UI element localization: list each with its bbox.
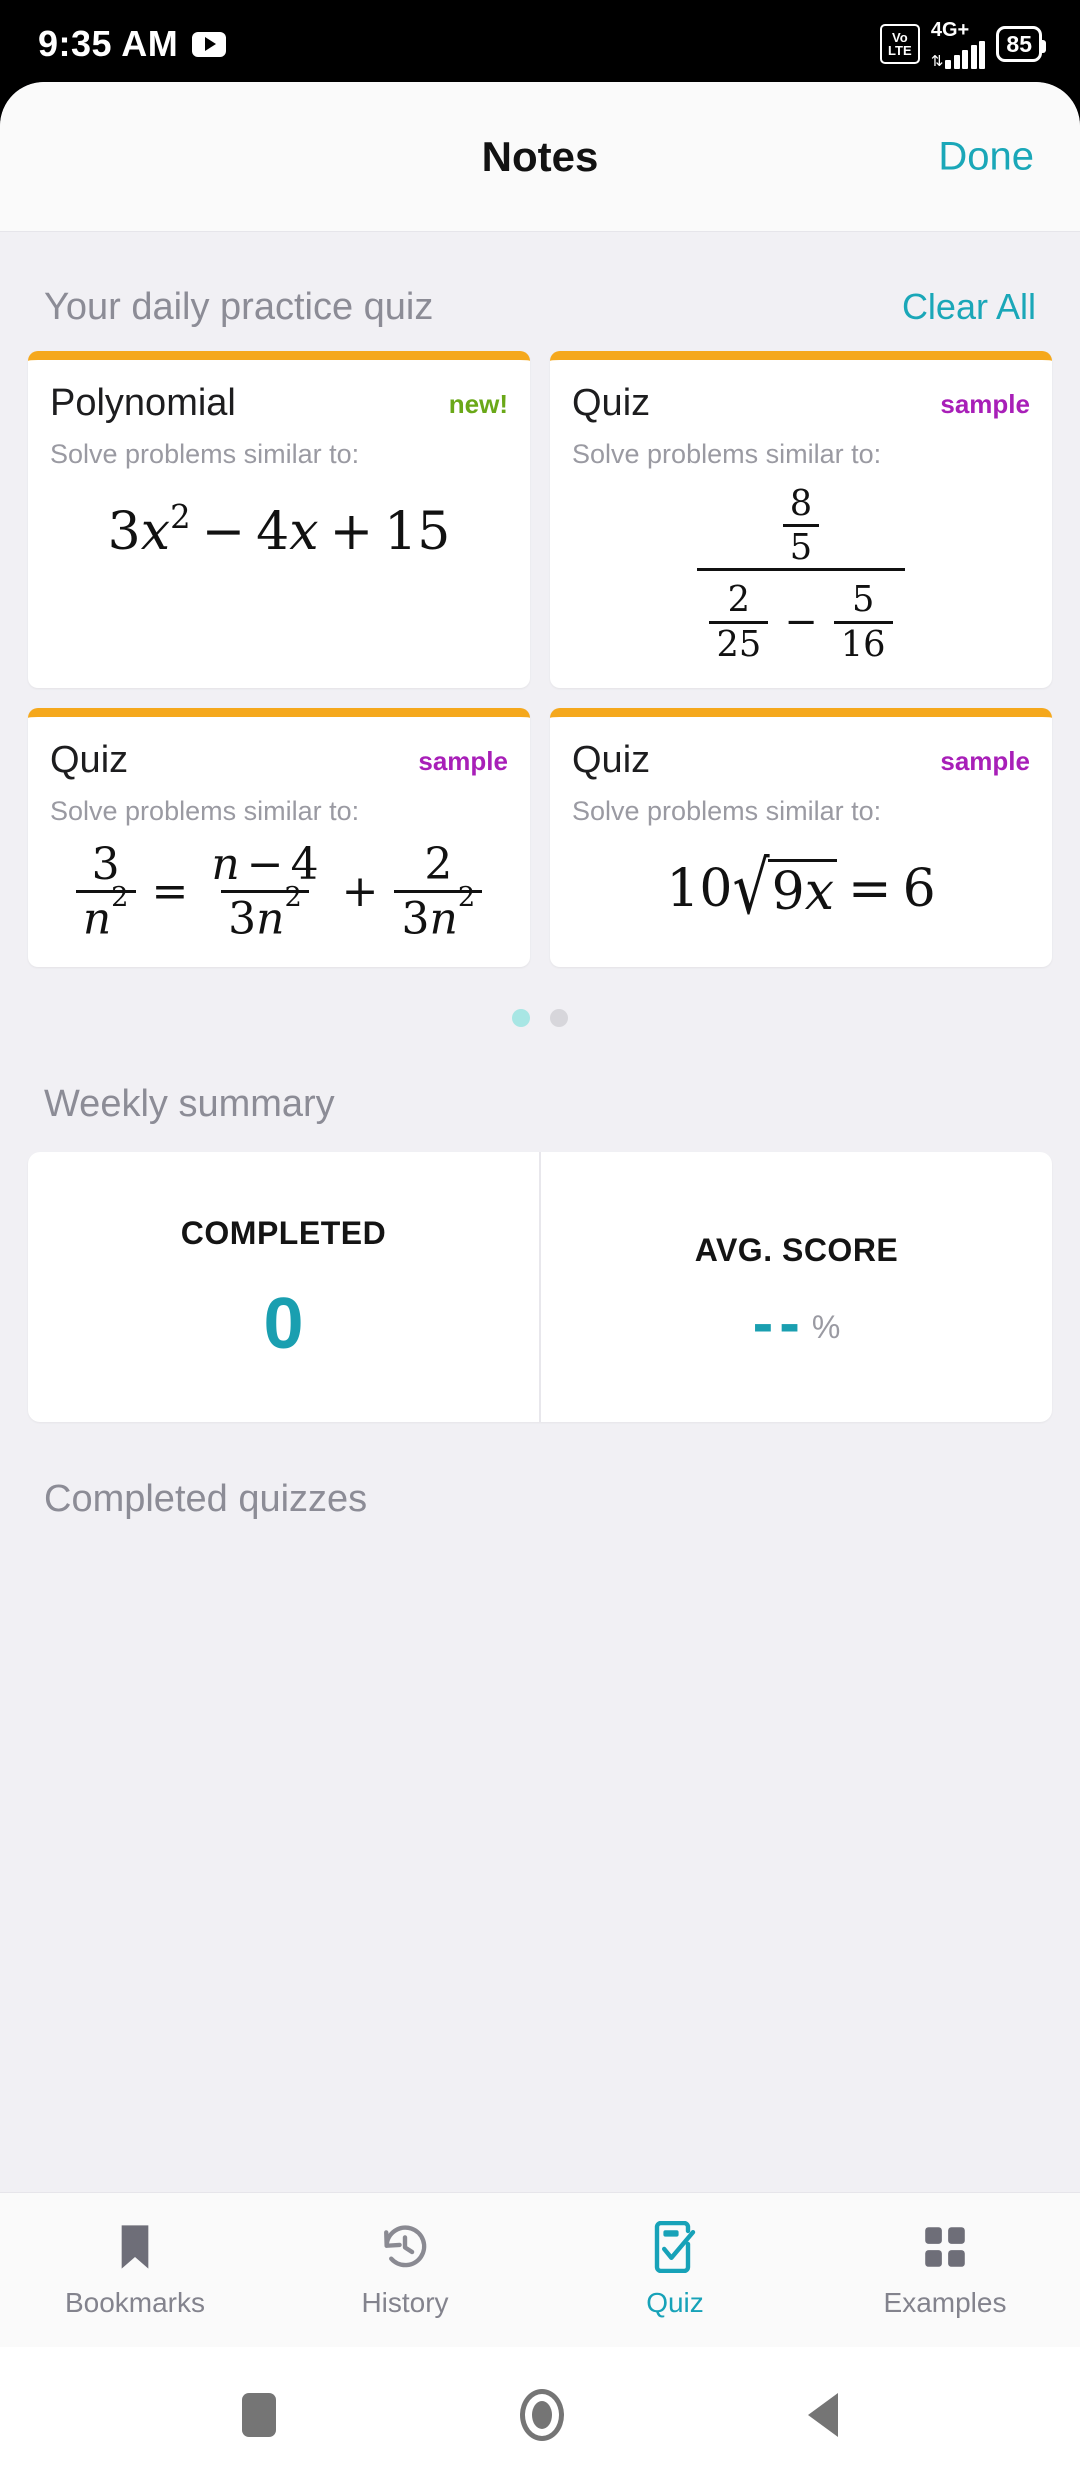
quiz-card-header: Quiz sample <box>572 739 1030 782</box>
app-header: Notes Done <box>0 82 1080 232</box>
stat-suffix: % <box>811 1309 841 1346</box>
circle-home-icon[interactable] <box>520 2388 564 2441</box>
stat-label: AVG. SCORE <box>694 1231 899 1268</box>
done-button[interactable]: Done <box>938 134 1034 179</box>
nav-item-bookmarks[interactable]: Bookmarks <box>0 2221 270 2319</box>
network-type-label: 4G+ <box>930 18 970 41</box>
weekly-summary-card: COMPLETED 0 AVG. SCORE -- % <box>28 1152 1052 1423</box>
quiz-card-badge: sample <box>940 745 1030 776</box>
battery-percent-label: 85 <box>1006 30 1032 57</box>
android-system-nav <box>0 2347 1080 2482</box>
data-transfer-icon: ⇅ <box>930 52 944 70</box>
daily-quiz-section-header: Your daily practice quiz Clear All <box>0 232 1080 351</box>
quiz-card-subtitle: Solve problems similar to: <box>50 795 360 826</box>
volte-icon: Vo LTE <box>879 24 920 64</box>
quiz-card-expression: 3x2 − 4x + 15 <box>107 498 451 562</box>
quiz-card[interactable]: Quiz sample Solve problems similar to: 3… <box>28 707 530 968</box>
quiz-card-title: Quiz <box>572 382 651 424</box>
signal-bars-icon <box>945 40 986 69</box>
stat-value: 0 <box>263 1283 304 1364</box>
stat-value-group: -- % <box>752 1288 841 1358</box>
quiz-card-grid: Polynomial new! Solve problems similar t… <box>0 351 1080 968</box>
page-title: Notes <box>481 132 599 180</box>
nav-item-examples[interactable]: Examples <box>810 2221 1080 2319</box>
bottom-navigation-bar: Bookmarks History Quiz Examples <box>0 2192 1080 2347</box>
grid-icon <box>919 2221 971 2273</box>
clear-all-button[interactable]: Clear All <box>902 286 1036 328</box>
quiz-card[interactable]: Polynomial new! Solve problems similar t… <box>28 351 530 688</box>
bookmark-icon <box>109 2221 161 2273</box>
weekly-summary-title: Weekly summary <box>44 1083 335 1126</box>
stat-avg-score: AVG. SCORE -- % <box>539 1152 1052 1423</box>
stat-label: COMPLETED <box>180 1214 387 1251</box>
quiz-card[interactable]: Quiz sample Solve problems similar to: 8… <box>550 351 1052 688</box>
quiz-card-expression: 10 √ 9x = 6 <box>666 845 936 931</box>
nav-label: History <box>361 2287 449 2318</box>
volte-bottom-text: LTE <box>888 43 912 58</box>
quiz-card-title: Quiz <box>572 738 651 781</box>
nav-item-quiz[interactable]: Quiz <box>540 2221 810 2319</box>
battery-icon: 85 <box>996 26 1046 62</box>
nav-label: Examples <box>883 2287 1007 2318</box>
quiz-card-header: Quiz sample <box>50 739 508 782</box>
page-dot-2[interactable] <box>550 1009 568 1028</box>
triangle-back-icon[interactable] <box>808 2392 838 2437</box>
quiz-card-badge: sample <box>418 745 508 776</box>
stat-value: -- <box>752 1288 806 1358</box>
quiz-card-title: Polynomial <box>50 382 236 424</box>
network-indicator: 4G+ ⇅ <box>931 20 986 69</box>
page-dot-1[interactable] <box>512 1009 530 1028</box>
quiz-card-expression: 8 5 2 25 − 5 16 <box>572 486 1030 662</box>
nav-label: Quiz <box>646 2287 704 2318</box>
system-status-bar: 9:35 AM Vo LTE 4G+ ⇅ 85 <box>0 0 1080 88</box>
quiz-card-expression: 3 n2 = n −4 3n2 + 2 3n2 <box>50 842 508 942</box>
app-screen: Notes Done Your daily practice quiz Clea… <box>0 82 1080 2482</box>
quiz-card-subtitle: Solve problems similar to: <box>572 795 882 826</box>
status-bar-clock: 9:35 AM <box>38 23 179 64</box>
nav-label: Bookmarks <box>64 2287 206 2318</box>
status-bar-left: 9:35 AM <box>38 23 227 65</box>
clock-rotate-icon <box>379 2221 431 2273</box>
nav-item-history[interactable]: History <box>270 2221 540 2319</box>
youtube-play-icon <box>192 31 227 57</box>
quiz-card-badge: sample <box>940 389 1030 419</box>
square-recents-icon[interactable] <box>242 2392 276 2437</box>
checklist-icon <box>649 2221 701 2273</box>
quiz-card-title: Quiz <box>50 738 129 781</box>
completed-quizzes-list <box>0 1521 1080 1821</box>
quiz-card-header: Polynomial new! <box>50 382 508 425</box>
quiz-card-header: Quiz sample <box>572 382 1030 425</box>
carousel-page-indicator[interactable] <box>0 967 1080 1028</box>
completed-quizzes-title: Completed quizzes <box>44 1478 368 1521</box>
quiz-card[interactable]: Quiz sample Solve problems similar to: 1… <box>550 707 1052 968</box>
stat-completed: COMPLETED 0 <box>28 1152 539 1422</box>
quiz-card-subtitle: Solve problems similar to: <box>572 439 882 469</box>
status-bar-right: Vo LTE 4G+ ⇅ 85 <box>879 20 1046 69</box>
daily-quiz-title: Your daily practice quiz <box>44 286 434 328</box>
quiz-card-subtitle: Solve problems similar to: <box>50 439 360 469</box>
quiz-card-badge: new! <box>448 389 508 419</box>
